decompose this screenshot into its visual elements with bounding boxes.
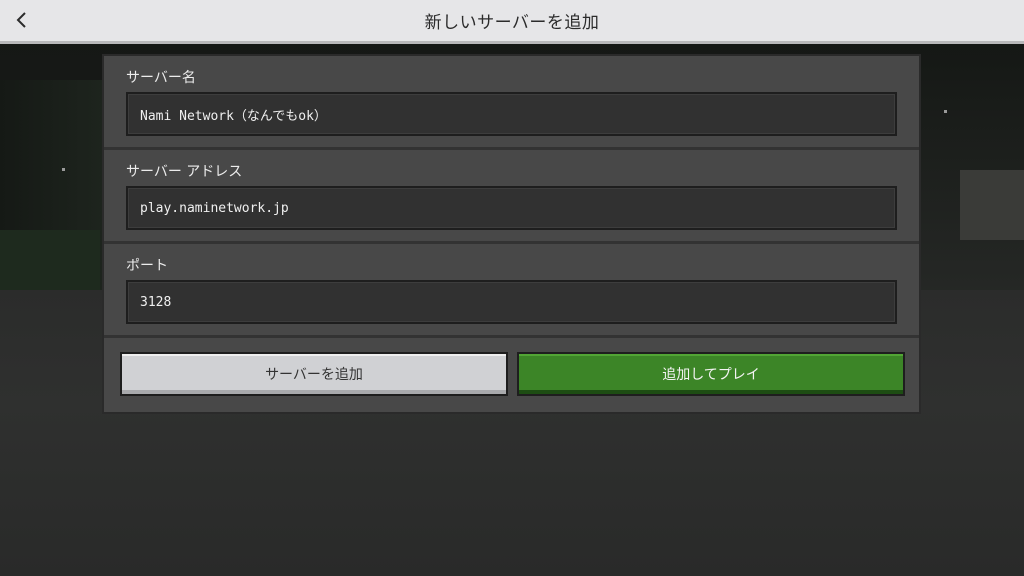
back-button[interactable] <box>8 6 36 34</box>
star <box>62 168 65 171</box>
chevron-left-icon <box>16 12 26 28</box>
page-title: 新しいサーバーを追加 <box>424 13 600 33</box>
add-and-play-label: 追加してプレイ <box>662 367 760 383</box>
server-address-value: play.naminetwork.jp <box>140 200 289 216</box>
server-address-label: サーバー アドレス <box>126 164 243 180</box>
add-server-label: サーバーを追加 <box>265 367 363 383</box>
action-buttons: サーバーを追加 追加してプレイ <box>120 352 907 396</box>
server-address-input[interactable]: play.naminetwork.jp <box>126 186 897 230</box>
top-bar: 新しいサーバーを追加 <box>0 0 1024 44</box>
port-section: ポート 3128 <box>104 244 919 338</box>
port-value: 3128 <box>140 294 172 310</box>
port-label: ポート <box>126 258 168 274</box>
add-server-form: サーバー名 Nami Network（なんでもok） サーバー アドレス pla… <box>102 54 921 414</box>
server-name-label: サーバー名 <box>126 70 196 86</box>
port-input[interactable]: 3128 <box>126 280 897 324</box>
server-name-input[interactable]: Nami Network（なんでもok） <box>126 92 897 136</box>
add-and-play-button[interactable]: 追加してプレイ <box>517 352 905 396</box>
star <box>944 110 947 113</box>
add-server-button[interactable]: サーバーを追加 <box>120 352 508 396</box>
server-address-section: サーバー アドレス play.naminetwork.jp <box>104 150 919 244</box>
block-right <box>960 170 1024 240</box>
server-name-section: サーバー名 Nami Network（なんでもok） <box>104 56 919 150</box>
server-name-value: Nami Network（なんでもok） <box>140 108 327 124</box>
